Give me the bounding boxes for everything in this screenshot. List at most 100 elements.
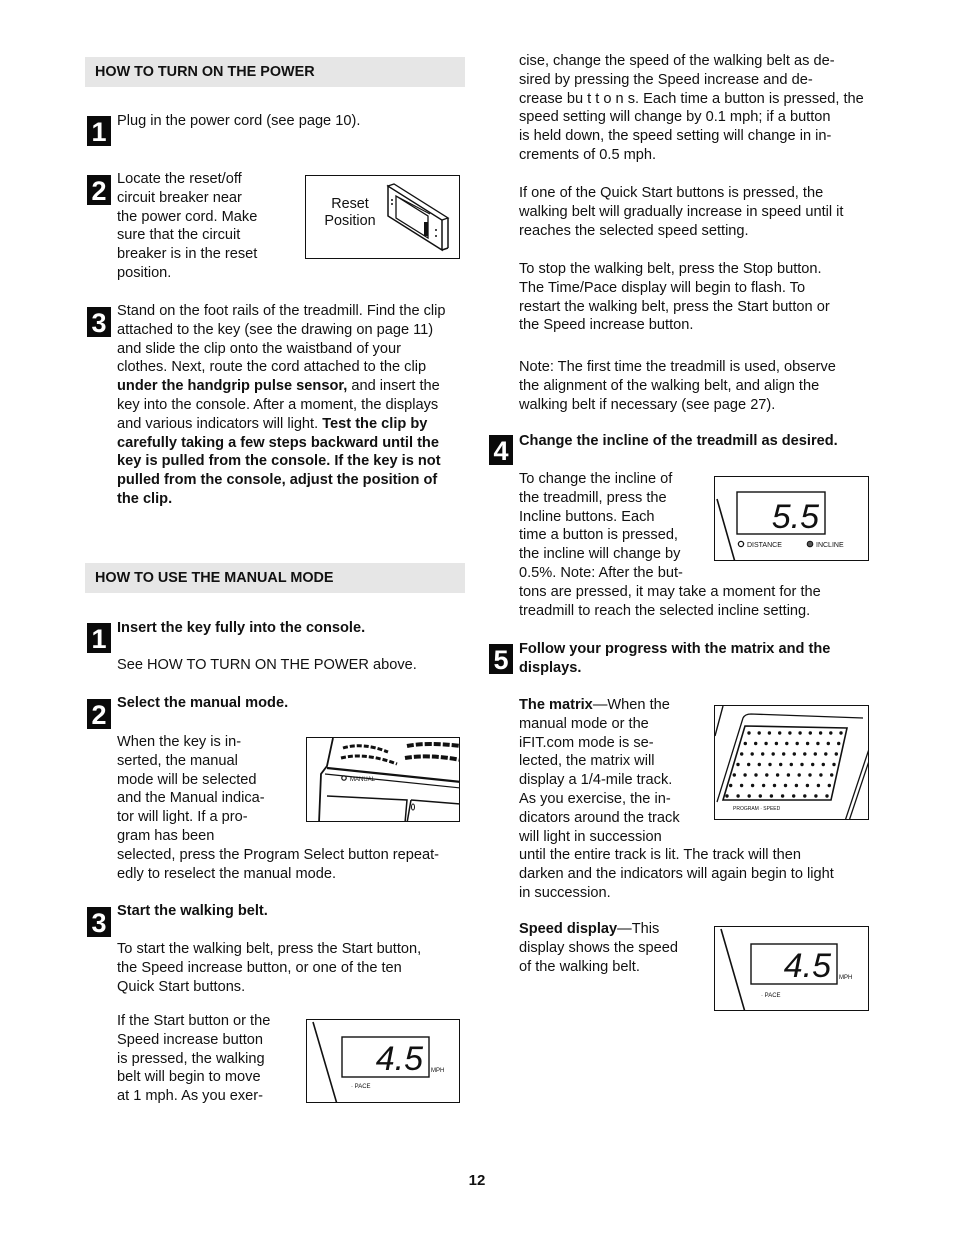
step-title: Follow your progress with the matrix and… (519, 640, 830, 678)
svg-text:MPH: MPH (431, 1068, 444, 1074)
step-title: Change the incline of the treadmill as d… (519, 433, 838, 449)
step-text: To start the walking belt, press the Sta… (117, 940, 421, 996)
step-title: Start the walking belt. (117, 903, 268, 919)
matrix-dot (827, 783, 831, 788)
display-value: 4.5 (376, 1040, 423, 1078)
step-text: Stand on the foot rails of the treadmill… (117, 302, 472, 509)
matrix-dot (788, 731, 792, 735)
text-line: will light in succession (519, 828, 662, 845)
matrix-dot (757, 731, 761, 735)
text-line: belt will begin to move (117, 1069, 261, 1086)
text-line: the alignment of the walking belt, and a… (519, 377, 820, 394)
continued-text: cise, change the speed of the walking be… (519, 52, 864, 165)
text-line: breaker is in the reset (117, 246, 258, 263)
text-line: sired by pressing the Speed increase and… (519, 71, 813, 88)
circuit-breaker-icon (386, 183, 450, 252)
matrix-dot (767, 731, 772, 735)
text-line: Note: The first time the treadmill is us… (519, 359, 836, 375)
matrix-dot (747, 794, 751, 798)
text-line: carefully taking a few steps backward un… (117, 434, 439, 451)
matrix-dot (780, 794, 785, 798)
matrix-dot (750, 752, 754, 756)
text-line: If one of the Quick Start buttons is pre… (519, 185, 824, 201)
text-line: and various indicators will light. Test … (117, 415, 472, 434)
matrix-dot (743, 773, 747, 777)
text: —This (617, 921, 660, 937)
matrix-dot (771, 752, 775, 756)
term: The matrix (519, 697, 593, 713)
matrix-dot (725, 794, 729, 798)
text-line: of the walking belt. (519, 958, 640, 975)
section-heading-manual: HOW TO USE THE MANUAL MODE (85, 563, 465, 593)
text-line: pulled from the console, adjust the posi… (117, 472, 438, 489)
svg-text:PROGRAM · SPEED: PROGRAM · SPEED (733, 806, 781, 812)
matrix-dot (768, 762, 772, 767)
text-line: darken and the indicators will again beg… (519, 866, 834, 883)
text-line: the clip. (117, 490, 173, 507)
text-line: the Speed increase button. (519, 317, 694, 334)
text-line: To stop the walking belt, press the Stop… (519, 261, 822, 277)
text-line: walking belt if necessary (see page 27). (519, 396, 776, 413)
text-line: position. (117, 264, 172, 281)
matrix-dot (783, 783, 788, 788)
matrix-dot (778, 731, 782, 735)
bold-text: Test the clip by (322, 415, 428, 432)
step-number-badge: 1 (87, 116, 111, 147)
matrix-dot (789, 762, 793, 767)
matrix-dot (795, 741, 799, 746)
matrix-dot (813, 752, 817, 756)
matrix-dot (816, 783, 821, 788)
matrix-dot (750, 783, 755, 788)
matrix-dot (761, 783, 766, 788)
text-line: Follow your progress with the matrix and… (519, 641, 831, 657)
text-line: until the entire track is lit. The track… (519, 847, 801, 864)
step-number-badge: 1 (87, 623, 111, 654)
text-line: and slide the clip onto the waistband of… (117, 340, 401, 357)
bold-text: under the handgrip pulse sensor, (117, 378, 348, 395)
indicator-label-distance: DISTANCE (747, 542, 782, 549)
matrix-dot (772, 783, 777, 788)
matrix-dot (758, 794, 762, 798)
matrix-dot (736, 762, 740, 767)
svg-text:MANUAL: MANUAL (350, 777, 376, 783)
text-line: crease bu t t o n s. Each time a button … (519, 90, 864, 107)
text-line: under the handgrip pulse sensor, and ins… (117, 377, 472, 396)
step-number-badge: 2 (87, 699, 111, 730)
matrix-dot (824, 752, 828, 756)
matrix-dot (811, 762, 815, 767)
term: Speed display (519, 921, 618, 937)
matrix-dot (743, 741, 747, 746)
matrix-dot (803, 794, 807, 798)
step-title: Insert the key fully into the console. (117, 620, 366, 636)
text-line: in succession. (519, 884, 611, 901)
step-number-badge: 5 (489, 644, 513, 675)
matrix-dot (808, 731, 812, 735)
text-line: crements of 0.5 mph. (519, 146, 657, 163)
matrix-dot (803, 752, 807, 756)
svg-text:MPH: MPH (839, 975, 852, 981)
matrix-dot (740, 752, 744, 756)
text-line: Quick Start buttons. (117, 978, 246, 995)
text-line: key is pulled from the console. If the k… (117, 453, 441, 470)
matrix-dot (774, 741, 779, 746)
text-line: To start the walking belt, press the Sta… (117, 941, 422, 957)
matrix-dot (786, 773, 791, 777)
text-line: edly to reselect the manual mode. (117, 865, 337, 882)
matrix-dot (729, 783, 733, 788)
matrix-dot (794, 783, 799, 788)
text-line: restart the walking belt, press the Star… (519, 298, 830, 315)
text-line: Stand on the foot rails of the treadmill… (117, 303, 446, 319)
quick-start-text: If one of the Quick Start buttons is pre… (519, 184, 843, 240)
matrix-dot (792, 794, 796, 798)
text-line: 0.5%. Note: After the but- (519, 564, 683, 581)
matrix-dot (761, 752, 765, 756)
matrix-dot (764, 741, 768, 746)
matrix-dot (747, 731, 751, 735)
text-line: at 1 mph. As you exer- (117, 1088, 264, 1105)
reset-position-figure: Reset Position (305, 175, 460, 259)
matrix-dot (765, 773, 769, 777)
matrix-dot (736, 794, 740, 798)
matrix-dot (805, 783, 810, 788)
speed-display-figure: 4.5 MPH · PACE (714, 926, 869, 1011)
matrix-dot (792, 752, 796, 756)
